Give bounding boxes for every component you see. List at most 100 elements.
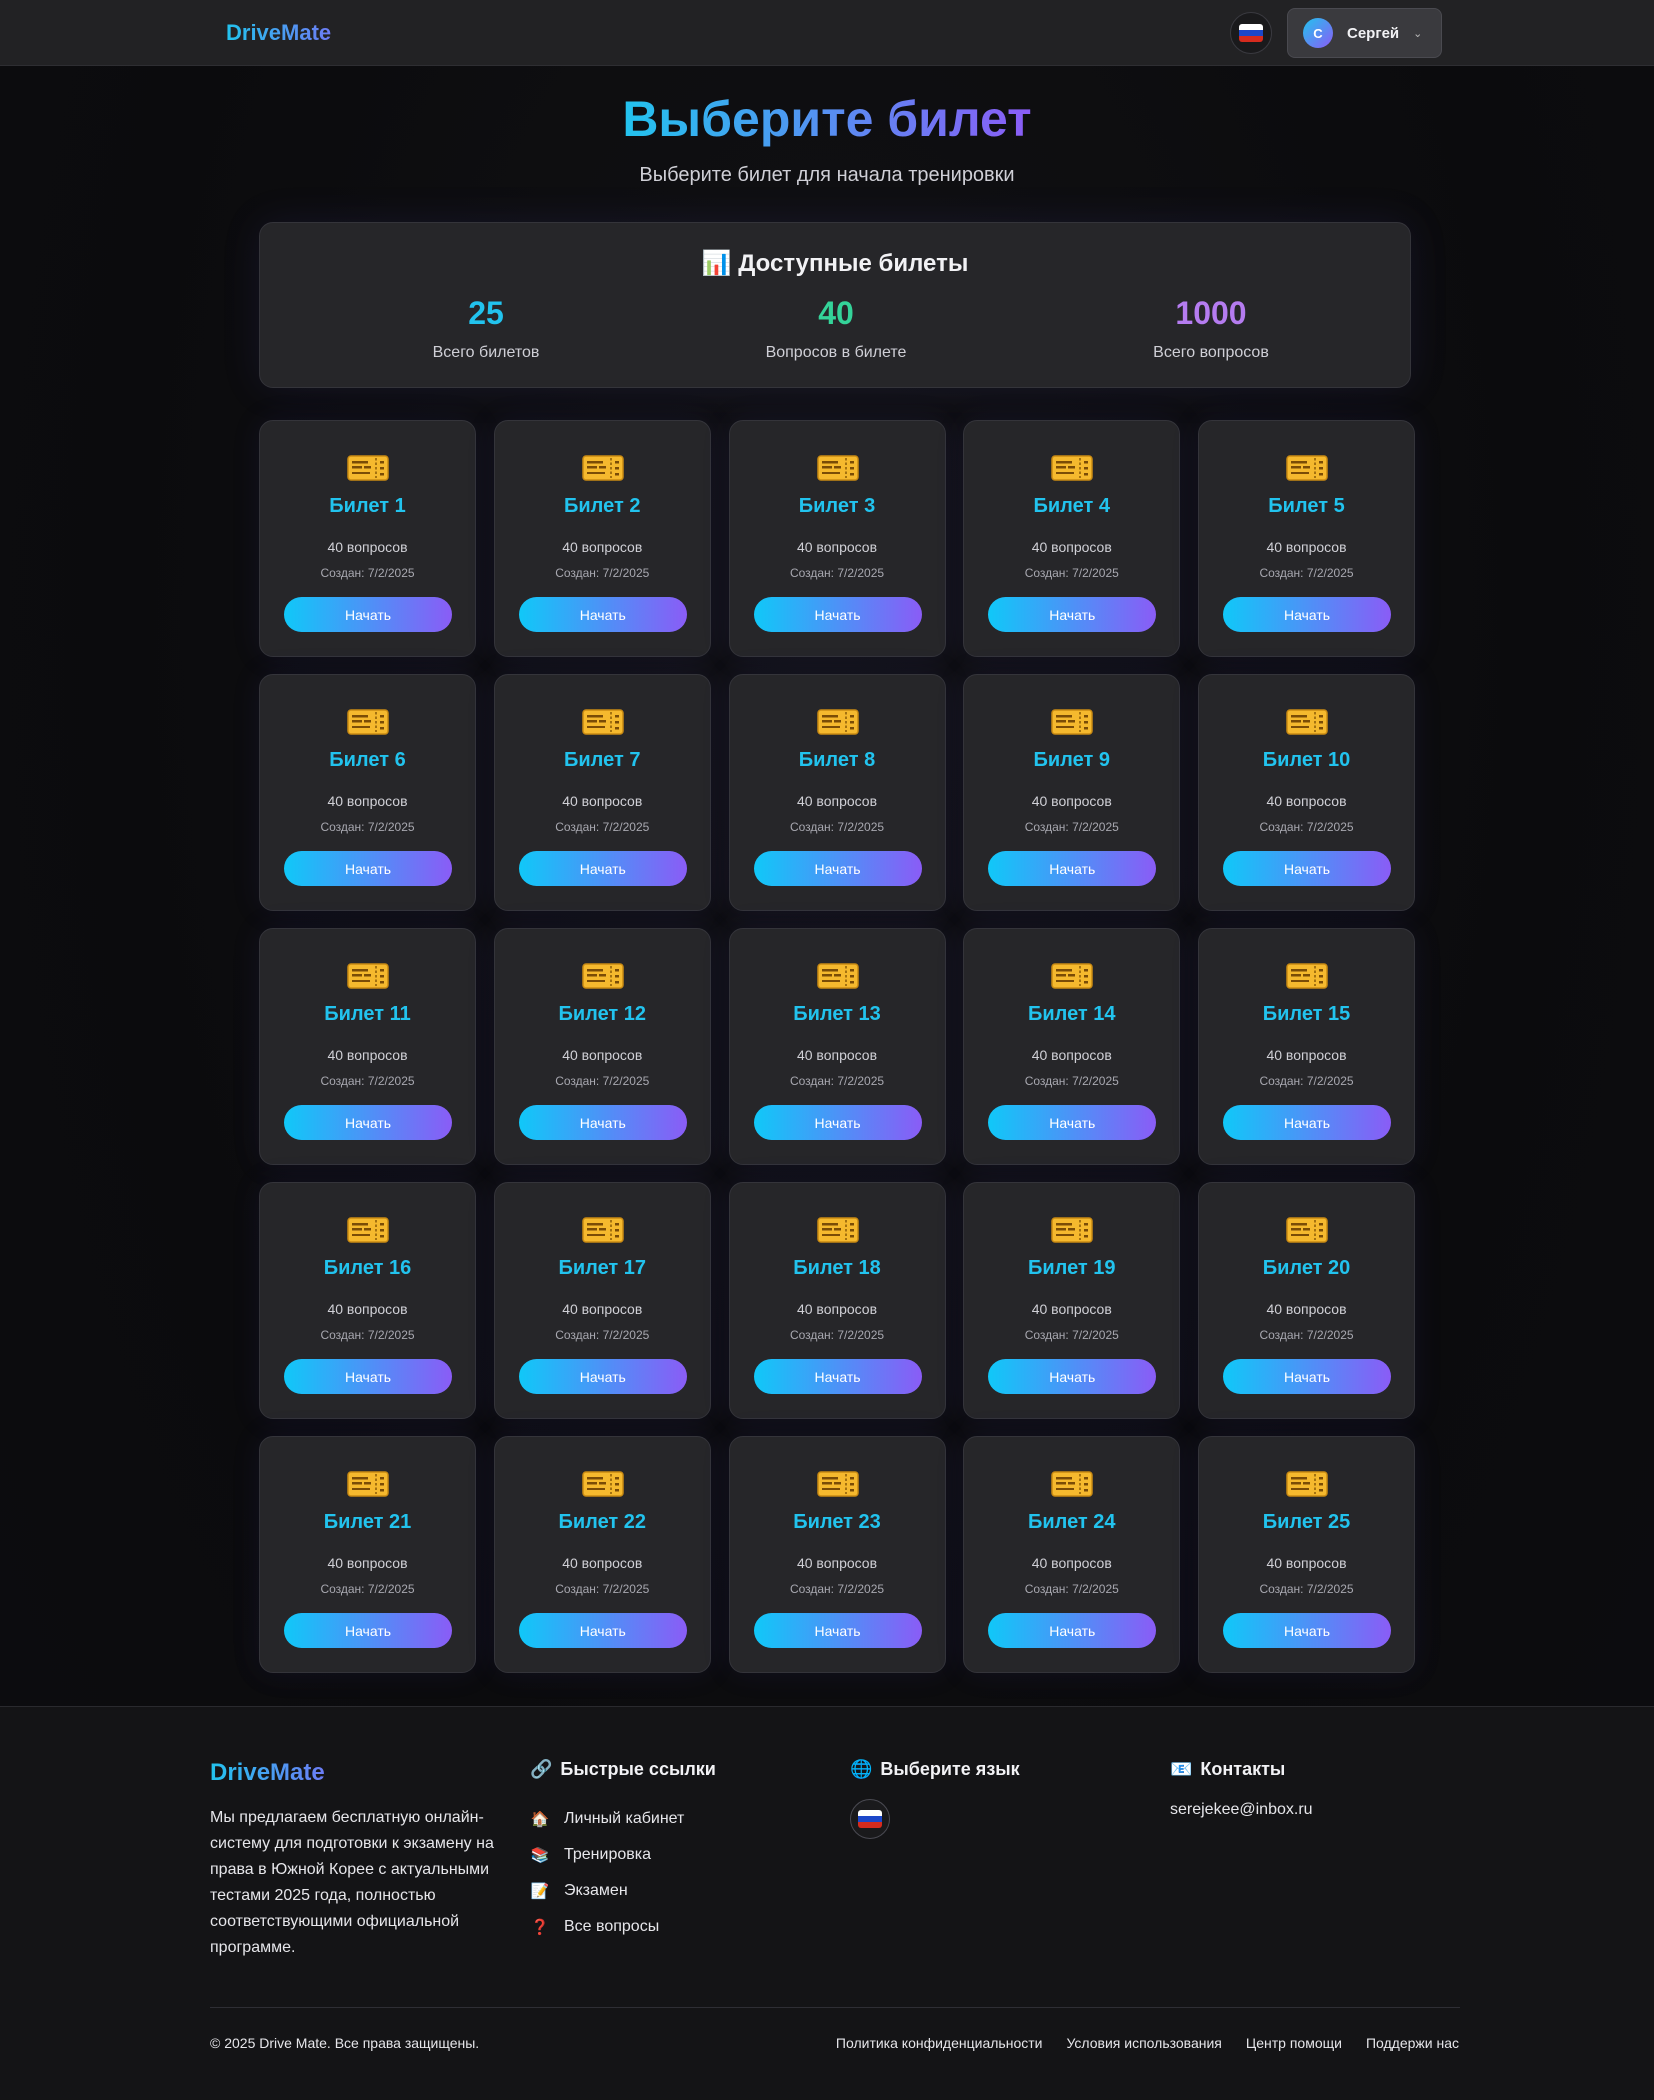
start-ticket-button[interactable]: Начать — [284, 1105, 452, 1140]
start-ticket-button[interactable]: Начать — [284, 1613, 452, 1648]
ticket-title: Билет 12 — [558, 1003, 647, 1025]
russian-flag-icon — [858, 1810, 882, 1828]
ticket-title: Билет 13 — [793, 1003, 881, 1025]
support-us-link[interactable]: Поддержи нас — [1366, 2035, 1459, 2051]
terms-of-use-link[interactable]: Условия использования — [1066, 2035, 1221, 2051]
ticket-card[interactable]: Билет 23 40 вопросов Создан: 7/2/2025 Начат… — [728, 1436, 946, 1673]
stat-total-questions: 1000 Всего вопросов — [1061, 295, 1361, 362]
user-menu-button[interactable]: С Сергей ⌄ — [1287, 8, 1442, 58]
ticket-question-count: 40 вопросов — [562, 1555, 643, 1571]
contact-email-link[interactable]: serejekee@inbox.ru — [1170, 1801, 1313, 1819]
ticket-created-date: Создан: 7/2/2025 — [320, 566, 415, 580]
ticket-title: Билет 22 — [558, 1511, 647, 1533]
start-ticket-button[interactable]: Начать — [988, 1105, 1157, 1140]
ticket-card[interactable]: Билет 8 40 вопросов Создан: 7/2/2025 Начать — [728, 674, 946, 911]
ticket-title: Билет 7 — [564, 749, 641, 771]
ticket-card[interactable]: Билет 9 40 вопросов Создан: 7/2/2025 Начать — [963, 674, 1181, 911]
footer-language-button[interactable] — [850, 1799, 890, 1839]
start-ticket-button[interactable]: Начать — [518, 851, 687, 886]
start-ticket-button[interactable]: Начать — [753, 597, 922, 632]
ticket-created-date: Создан: 7/2/2025 — [1024, 820, 1119, 834]
stats-card: 📊 Доступные билеты 25 Всего билетов 40 В… — [259, 222, 1411, 388]
ticket-icon — [582, 455, 624, 481]
start-ticket-button[interactable]: Начать — [1223, 1359, 1391, 1394]
ticket-card[interactable]: Билет 18 40 вопросов Создан: 7/2/2025 Начат… — [728, 1182, 946, 1419]
ticket-card[interactable]: Билет 4 40 вопросов Создан: 7/2/2025 Начать — [963, 420, 1181, 657]
ticket-title: Билет 8 — [798, 749, 876, 771]
ticket-card[interactable]: Билет 10 40 вопросов Создан: 7/2/2025 Начат… — [1198, 674, 1415, 911]
ticket-card[interactable]: Билет 14 40 вопросов Создан: 7/2/2025 Начат… — [963, 928, 1181, 1165]
ticket-question-count: 40 вопросов — [1266, 1301, 1347, 1317]
start-ticket-button[interactable]: Начать — [988, 851, 1157, 886]
ticket-created-date: Создан: 7/2/2025 — [789, 1582, 885, 1596]
language-switcher-button[interactable] — [1230, 12, 1272, 54]
ticket-icon — [816, 1471, 859, 1497]
ticket-created-date: Создан: 7/2/2025 — [1259, 1582, 1354, 1596]
ticket-created-date: Создан: 7/2/2025 — [1259, 820, 1354, 834]
ticket-card[interactable]: Билет 1 40 вопросов Создан: 7/2/2025 Начать — [259, 420, 476, 657]
footer-link-exam[interactable]: 📝 Экзамен — [530, 1873, 684, 1909]
ticket-title: Билет 11 — [324, 1003, 411, 1025]
ticket-icon — [347, 1217, 389, 1243]
ticket-question-count: 40 вопросов — [1266, 1047, 1347, 1063]
start-ticket-button[interactable]: Начать — [518, 1613, 687, 1648]
start-ticket-button[interactable]: Начать — [284, 597, 452, 632]
ticket-card[interactable]: Билет 5 40 вопросов Создан: 7/2/2025 Начать — [1198, 420, 1415, 657]
ticket-question-count: 40 вопросов — [796, 793, 878, 809]
ticket-card[interactable]: Билет 3 40 вопросов Создан: 7/2/2025 Начать — [728, 420, 946, 657]
start-ticket-button[interactable]: Начать — [753, 1613, 922, 1648]
ticket-icon — [816, 455, 859, 481]
start-ticket-button[interactable]: Начать — [518, 1105, 687, 1140]
ticket-icon — [582, 963, 624, 989]
ticket-title: Билет 9 — [1033, 749, 1110, 771]
start-ticket-button[interactable]: Начать — [518, 597, 687, 632]
footer-description: Мы предлагаем бесплатную онлайн-систему … — [210, 1809, 494, 1956]
ticket-icon — [1051, 709, 1093, 735]
ticket-card[interactable]: Билет 15 40 вопросов Создан: 7/2/2025 Начат… — [1198, 928, 1415, 1165]
ticket-card[interactable]: Билет 13 40 вопросов Создан: 7/2/2025 Начат… — [728, 928, 946, 1165]
footer-link-training[interactable]: 📚 Тренировка — [530, 1837, 684, 1873]
header-logo[interactable]: DriveMate — [226, 20, 331, 46]
ticket-card[interactable]: Билет 17 40 вопросов Создан: 7/2/2025 Начат… — [493, 1182, 711, 1419]
ticket-card[interactable]: Билет 16 40 вопросов Создан: 7/2/2025 Начат… — [259, 1182, 476, 1419]
start-ticket-button[interactable]: Начать — [284, 851, 452, 886]
help-center-link[interactable]: Центр помощи — [1246, 2035, 1342, 2051]
ticket-card[interactable]: Билет 25 40 вопросов Создан: 7/2/2025 Начат… — [1198, 1436, 1415, 1673]
start-ticket-button[interactable]: Начать — [1223, 1105, 1391, 1140]
ticket-question-count: 40 вопросов — [1031, 793, 1112, 809]
ticket-card[interactable]: Билет 12 40 вопросов Создан: 7/2/2025 Начат… — [493, 928, 711, 1165]
start-ticket-button[interactable]: Начать — [753, 851, 922, 886]
footer-logo[interactable]: DriveMate — [210, 1759, 325, 1787]
ticket-question-count: 40 вопросов — [796, 1555, 878, 1571]
ticket-card[interactable]: Билет 19 40 вопросов Создан: 7/2/2025 Начат… — [963, 1182, 1181, 1419]
ticket-icon — [1051, 455, 1093, 481]
start-ticket-button[interactable]: Начать — [284, 1359, 452, 1394]
start-ticket-button[interactable]: Начать — [988, 597, 1157, 632]
ticket-card[interactable]: Билет 7 40 вопросов Создан: 7/2/2025 Начать — [493, 674, 711, 911]
start-ticket-button[interactable]: Начать — [988, 1613, 1157, 1648]
ticket-card[interactable]: Билет 22 40 вопросов Создан: 7/2/2025 Начат… — [493, 1436, 711, 1673]
top-header: DriveMate С Сергей ⌄ — [0, 0, 1654, 66]
start-ticket-button[interactable]: Начать — [1223, 851, 1391, 886]
ticket-card[interactable]: Билет 6 40 вопросов Создан: 7/2/2025 Начать — [259, 674, 476, 911]
start-ticket-button[interactable]: Начать — [1223, 1613, 1391, 1648]
ticket-created-date: Создан: 7/2/2025 — [320, 820, 415, 834]
ticket-question-count: 40 вопросов — [796, 539, 878, 555]
ticket-created-date: Создан: 7/2/2025 — [789, 566, 885, 580]
start-ticket-button[interactable]: Начать — [988, 1359, 1157, 1394]
ticket-question-count: 40 вопросов — [327, 539, 408, 555]
ticket-card[interactable]: Билет 24 40 вопросов Создан: 7/2/2025 Начат… — [963, 1436, 1181, 1673]
privacy-policy-link[interactable]: Политика конфиденциальности — [836, 2035, 1043, 2051]
ticket-card[interactable]: Билет 20 40 вопросов Создан: 7/2/2025 Начат… — [1198, 1182, 1415, 1419]
footer-link-dashboard[interactable]: 🏠 Личный кабинет — [530, 1801, 685, 1837]
footer-link-all-questions[interactable]: ❓ Все вопросы — [530, 1909, 684, 1945]
start-ticket-button[interactable]: Начать — [1223, 597, 1391, 632]
ticket-created-date: Создан: 7/2/2025 — [1259, 1074, 1354, 1088]
start-ticket-button[interactable]: Начать — [753, 1105, 922, 1140]
ticket-card[interactable]: Билет 2 40 вопросов Создан: 7/2/2025 Начать — [493, 420, 711, 657]
start-ticket-button[interactable]: Начать — [753, 1359, 922, 1394]
start-ticket-button[interactable]: Начать — [518, 1359, 687, 1394]
ticket-card[interactable]: Билет 21 40 вопросов Создан: 7/2/2025 Начат… — [259, 1436, 476, 1673]
ticket-icon — [816, 1217, 859, 1243]
ticket-card[interactable]: Билет 11 40 вопросов Создан: 7/2/2025 Начат… — [259, 928, 476, 1165]
